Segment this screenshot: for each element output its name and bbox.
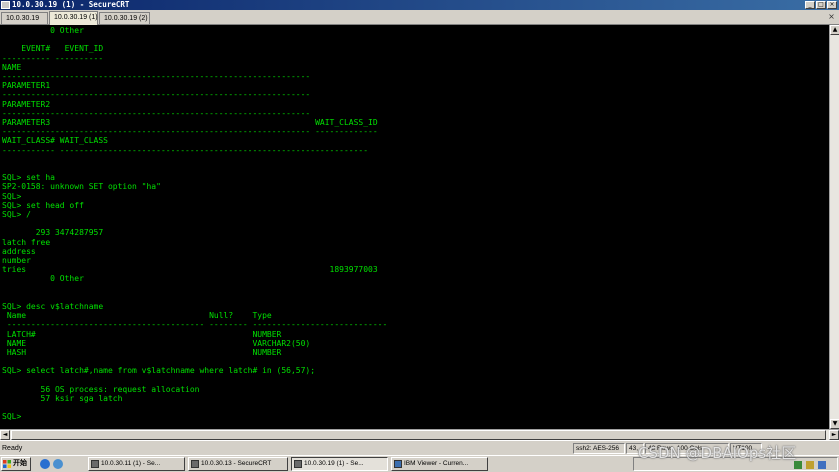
terminal-line: 293 3474287957 [2,228,104,238]
terminal-line: 0 Other [2,26,84,35]
volume-icon[interactable] [806,461,814,469]
window-titlebar: 10.0.30.19 (1) - SecureCRT _ □ × [0,0,839,10]
terminal-line: ----------------------------------------… [2,90,311,100]
task-label: 10.0.30.19 (1) - Se... [304,460,364,467]
terminal-line: ----------------------------------------… [2,108,311,118]
maximize-button[interactable]: □ [816,1,826,9]
internet-explorer-icon[interactable] [40,459,50,469]
terminal-line: ----------------------------------------… [2,320,388,330]
terminal-line: SQL> [2,412,22,422]
terminal-line: SQL> select latch#,name from v$latchname… [2,366,316,376]
terminal-line: latch free [2,237,51,247]
securecrt-task-icon [91,460,99,468]
terminal-line: SQL> desc v$latchname [2,302,104,311]
securecrt-task-icon [191,460,199,468]
ibm-viewer-task-icon [394,460,402,468]
terminal-line: SQL> [2,191,22,201]
show-desktop-icon[interactable] [53,459,63,469]
horizontal-scroll-thumb[interactable] [11,430,826,440]
terminal-line: PARAMETER2 [2,99,51,109]
taskbar-item-ibm-viewer[interactable]: IBM Viewer - Curren... [391,457,488,471]
terminal-line: ----------------------------------------… [2,72,311,81]
terminal-line: PARAMETER1 [2,81,51,91]
minimize-button[interactable]: _ [805,1,815,9]
terminal-line: NAME VARCHAR2(50) [2,338,311,348]
scroll-up-icon[interactable]: ▲ [830,25,839,35]
terminal-line: 0 Other [2,274,84,284]
close-tab-icon[interactable]: × [826,12,837,22]
status-text: Ready [2,445,23,452]
terminal-line: SQL> / [2,210,31,219]
input-method-icon[interactable] [818,461,826,469]
vertical-scrollbar[interactable]: ▲ ▼ [829,25,839,429]
start-button[interactable]: 开始 [1,457,31,471]
terminal-line: WAIT_CLASS# WAIT_CLASS [2,136,108,146]
task-label: 10.0.30.13 - SecureCRT [201,460,272,467]
terminal-line: SP2-0158: unknown SET option "ha" [2,182,161,192]
start-label: 开始 [13,460,27,467]
window-controls: _ □ × [805,1,837,9]
terminal-line: 56 OS process: request allocation [2,384,200,394]
terminal-line: Name Null? Type [2,311,272,321]
terminal-line: 57 ksir sga latch [2,394,123,403]
terminal-line: address [2,246,36,256]
status-protocol: ssh2: AES-256 [573,443,625,454]
taskbar-item-session-11[interactable]: 10.0.30.11 (1) - Se... [88,457,185,471]
terminal-line: tries 1893977003 [2,265,378,275]
terminal-line: LATCH# NUMBER [2,329,282,339]
terminal-line: ----------------------------------------… [2,127,378,137]
windows-logo-icon [3,460,11,468]
tab-session-1[interactable]: 10.0.30.19 [1,12,48,24]
taskbar-item-session-13[interactable]: 10.0.30.13 - SecureCRT [188,457,288,471]
scroll-down-icon[interactable]: ▼ [830,419,839,429]
horizontal-scrollbar[interactable]: ◄ ► [0,429,839,440]
task-label: IBM Viewer - Curren... [404,460,469,467]
csdn-watermark: CSDN @DBAIOps社区 [638,444,797,462]
scroll-right-icon[interactable]: ► [829,430,839,440]
terminal-line: SQL> set head off [2,200,84,210]
task-label: 10.0.30.11 (1) - Se... [101,460,161,467]
terminal-line: ----------- ----------------------------… [2,145,369,155]
close-button[interactable]: × [827,1,837,9]
tab-session-3[interactable]: 10.0.30.19 (2) [99,12,150,24]
window-title: 10.0.30.19 (1) - SecureCRT [12,0,130,9]
session-tab-strip: 10.0.30.19 10.0.30.19 (1) 10.0.30.19 (2)… [0,10,839,25]
terminal-line: PARAMETER3 WAIT_CLASS_ID [2,118,378,127]
terminal-line: EVENT# EVENT_ID [2,44,104,54]
terminal-line: SQL> set ha [2,173,55,183]
securecrt-task-icon [294,460,302,468]
scroll-left-icon[interactable]: ◄ [0,430,10,440]
tab-session-2[interactable]: 10.0.30.19 (1) [49,11,98,25]
terminal-line: NAME [2,62,22,72]
terminal-line: number [2,256,31,265]
terminal-line: ---------- ---------- [2,53,104,63]
terminal-output[interactable]: 0 Other EVENT# EVENT_ID ---------- ------… [0,25,829,429]
securecrt-app-icon [1,1,10,9]
terminal-line: HASH NUMBER [2,348,282,357]
taskbar-item-session-19[interactable]: 10.0.30.19 (1) - Se... [291,457,388,471]
